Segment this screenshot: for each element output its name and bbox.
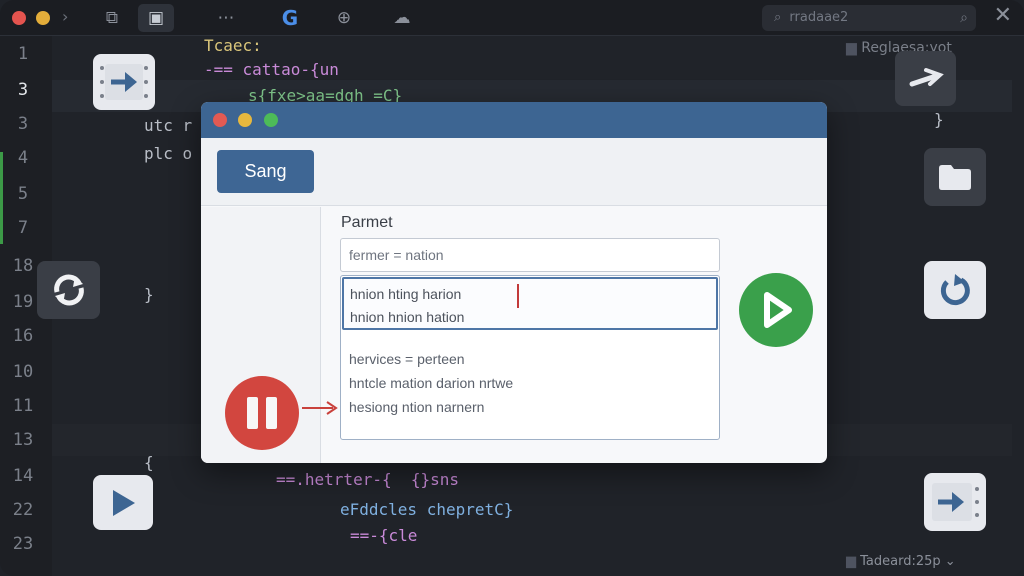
chevron-right-icon[interactable]: › (62, 7, 68, 26)
arrow-right-icon (302, 401, 338, 415)
selected-list-item[interactable]: hnion hting harion hnion hnion hation (342, 277, 718, 330)
line-number: 18 (12, 256, 34, 276)
line-number: 4 (17, 148, 29, 168)
selected-line-2: hnion hnion hation (350, 309, 465, 325)
code-line[interactable]: -== cattao-{un (204, 60, 339, 79)
parameter-input[interactable]: fermer = nation (340, 238, 720, 272)
code-line[interactable]: { (144, 453, 154, 472)
parameter-label: Parmet (341, 214, 393, 231)
step-over-tool[interactable] (93, 54, 155, 110)
restart-tool[interactable] (924, 261, 986, 319)
status-bar-text[interactable]: ▆ Tadeard:25p ⌄ (846, 554, 1016, 574)
line-number: 3 (17, 114, 29, 134)
list-item[interactable]: hervices = perteen (349, 351, 465, 367)
line-number: 7 (17, 218, 29, 238)
line-number: 1 (17, 44, 29, 64)
dialog-control-panel (201, 207, 338, 463)
line-number: 11 (12, 396, 34, 416)
dialog-titlebar (201, 102, 827, 138)
code-line[interactable]: plc o (144, 144, 192, 163)
line-number: 16 (12, 326, 34, 346)
request-dialog: Sang Parmet fermer = nation hnion hting … (201, 102, 827, 463)
more-icon[interactable]: ⋯ (208, 4, 244, 32)
minimize-window-dot[interactable] (36, 11, 50, 25)
selected-line-1: hnion hting harion (350, 286, 462, 302)
code-line[interactable]: } (934, 110, 944, 129)
search-icon: ⌕ (774, 10, 782, 25)
pause-icon (247, 397, 258, 429)
search-input[interactable]: ⌕ rradaae2 ⌕ (762, 5, 976, 31)
dialog-close-button[interactable] (213, 113, 227, 127)
code-line[interactable]: } (144, 285, 154, 304)
folder-tool[interactable] (924, 148, 986, 206)
code-line[interactable]: utc r (144, 116, 192, 135)
close-window-dot[interactable] (12, 11, 26, 25)
git-added-marker (0, 152, 3, 244)
line-number: 10 (12, 362, 34, 382)
dialog-minimize-button[interactable] (238, 113, 252, 127)
explorer-icon[interactable]: ⧉ (94, 4, 130, 32)
redirect-tool[interactable] (895, 51, 956, 106)
line-number: 5 (17, 184, 29, 204)
cloud-icon[interactable]: ☁ (384, 4, 420, 32)
pause-button[interactable] (225, 376, 299, 450)
save-icon[interactable]: ▣ (138, 4, 174, 32)
send-button[interactable]: Sang (217, 150, 314, 193)
list-item[interactable]: hesiong ntion narnern (349, 399, 484, 415)
code-line[interactable]: eFddcles chepretC} (340, 500, 513, 519)
line-number: 13 (12, 430, 34, 450)
step-into-tool[interactable] (924, 473, 986, 531)
code-line[interactable]: Tcaec: (204, 36, 262, 55)
parameter-list[interactable]: hnion hting harion hnion hnion hation he… (340, 275, 720, 440)
line-number: 14 (12, 466, 34, 486)
run-tool[interactable] (93, 475, 153, 530)
code-line[interactable]: ==-{cle (350, 526, 417, 545)
text-caret (517, 284, 519, 308)
folder-icon (939, 165, 971, 190)
play-icon (113, 489, 135, 516)
dialog-toolbar: Sang (201, 138, 827, 206)
arrow-right-icon (909, 67, 944, 86)
search-submit-icon[interactable]: ⌕ (960, 5, 968, 31)
code-line[interactable]: ==.hetrter-{ {}sns (276, 470, 459, 489)
close-icon[interactable]: ✕ (994, 3, 1012, 28)
step-into-icon (932, 483, 979, 521)
sync-tool[interactable] (37, 261, 100, 319)
editor-titlebar: › ⧉ ▣ ⋯ G ⊕ ☁ ⌕ rradaae2 ⌕ ✕ (0, 0, 1024, 36)
sync-icon (53, 274, 84, 306)
play-button[interactable] (739, 273, 813, 347)
dialog-maximize-button[interactable] (264, 113, 278, 127)
search-text: rradaae2 (789, 10, 849, 25)
line-number: 23 (12, 534, 34, 554)
line-number: 22 (12, 500, 34, 520)
step-over-icon (100, 64, 148, 100)
line-number: 19 (12, 292, 34, 312)
search-code-icon[interactable]: ⊕ (326, 4, 362, 32)
refresh-icon[interactable]: G (272, 4, 308, 32)
list-item[interactable]: hntcle mation darion nrtwe (349, 375, 513, 391)
play-icon (764, 292, 792, 328)
line-number: 3 (17, 80, 29, 100)
restart-icon (940, 274, 970, 306)
